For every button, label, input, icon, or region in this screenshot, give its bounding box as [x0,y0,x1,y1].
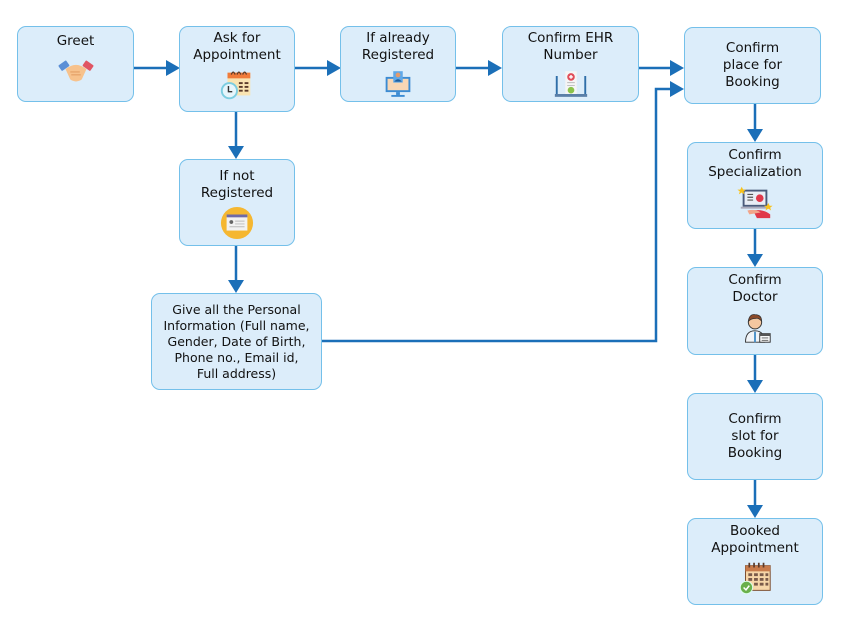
node-label: If already Registered [361,30,435,63]
node-booked: Booked Appointment [687,518,823,605]
doctor-icon [745,314,771,343]
edge-info-place [322,87,681,343]
node-greet: Greet [17,26,134,102]
arrowhead [327,60,341,76]
node-personal-info: Give all the Personal Information (Full … [151,293,322,390]
node-confirm-place: Confirm place for Booking [684,27,821,104]
node-already-registered: If already Registered [340,26,456,102]
arrowhead [488,60,502,76]
node-label: Confirm slot for Booking [727,411,783,461]
node-label: Give all the Personal Information (Full … [163,301,310,381]
arrowhead [747,254,763,267]
handshake-icon [57,60,94,82]
arrowhead [747,129,763,142]
node-confirm-specialization: Confirm Specialization [687,142,823,229]
arrowhead [670,60,684,76]
registration-form-icon [220,206,254,240]
calendar-check-icon [739,562,771,595]
node-ask-appointment: Ask for Appointment [179,26,295,112]
node-label: Ask for Appointment [193,30,281,63]
arrowhead [747,505,763,518]
arrowhead [228,146,244,159]
node-label: Confirm EHR Number [527,30,614,63]
arrowhead [670,81,684,97]
node-confirm-slot: Confirm slot for Booking [687,393,823,480]
laptop-presentation-icon [737,186,773,219]
arrowhead [747,380,763,393]
node-confirm-doctor: Confirm Doctor [687,267,823,355]
medical-record-icon [554,71,587,97]
node-not-registered: If not Registered [179,159,295,246]
arrowhead [228,280,244,293]
flowchart: Greet Ask for Appointment If already Reg… [0,0,850,630]
node-label: Confirm Specialization [708,147,802,180]
node-label: Booked Appointment [711,523,799,556]
node-label: Greet [56,33,95,49]
node-label: Confirm place for Booking [722,40,783,90]
node-label: If not Registered [200,168,274,201]
node-label: Confirm Doctor [728,272,782,305]
node-confirm-ehr: Confirm EHR Number [502,26,639,102]
computer-user-icon [385,71,411,97]
calendar-clock-icon [220,71,251,100]
arrowhead [166,60,180,76]
